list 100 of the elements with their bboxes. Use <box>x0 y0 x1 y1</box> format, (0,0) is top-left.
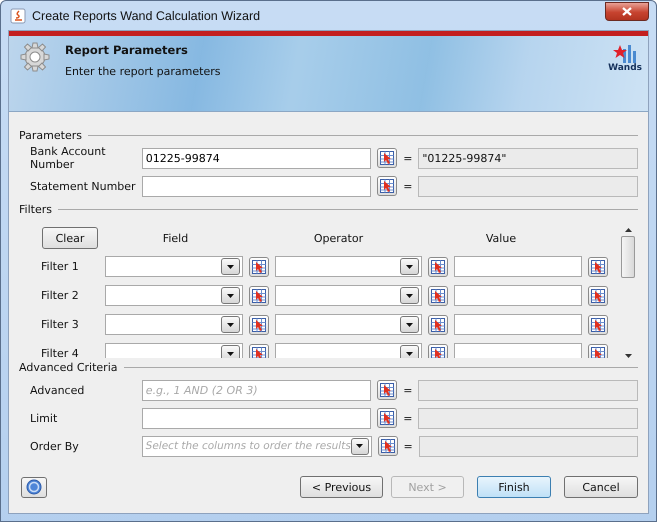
table-pick-button[interactable] <box>377 408 398 428</box>
caret-icon <box>356 444 364 448</box>
cancel-button[interactable]: Cancel <box>564 476 638 498</box>
combo-box[interactable] <box>275 314 422 335</box>
table-arrow-icon <box>379 410 396 426</box>
dropdown-button[interactable] <box>350 438 369 454</box>
dropdown-button[interactable] <box>221 345 240 358</box>
table-arrow-icon <box>590 288 606 304</box>
clear-button[interactable]: Clear <box>42 227 98 249</box>
input-field[interactable] <box>454 314 582 335</box>
table-arrow-icon <box>590 346 606 358</box>
input-field[interactable] <box>454 343 582 358</box>
table-arrow-icon <box>430 288 446 304</box>
logo-text: Wands <box>608 63 642 73</box>
table-pick-button[interactable] <box>249 344 269 358</box>
dropdown-button[interactable] <box>221 258 240 275</box>
caret-icon <box>227 322 234 326</box>
column-header: Operator <box>312 232 364 244</box>
dropdown-button[interactable] <box>221 287 240 304</box>
caret-icon <box>406 264 413 268</box>
field-label: Statement Number <box>30 180 137 192</box>
input-field[interactable] <box>142 408 372 428</box>
caret-icon <box>406 322 413 326</box>
caret-icon <box>227 352 234 356</box>
dropdown-button[interactable] <box>400 316 419 333</box>
close-icon <box>622 7 632 16</box>
scroll-down-icon[interactable] <box>624 354 632 358</box>
scroll-up-icon[interactable] <box>624 228 632 232</box>
table-arrow-icon <box>251 258 267 274</box>
input-field[interactable] <box>142 176 372 196</box>
field-label: Bank Account Number <box>30 145 107 171</box>
dropdown-button[interactable] <box>400 258 419 275</box>
window-title: Create Reports Wand Calculation Wizard <box>32 8 262 22</box>
page-subtitle: Enter the report parameters <box>65 65 222 78</box>
equals-sign: = <box>402 412 414 424</box>
field-label: Limit <box>30 412 58 424</box>
combo-box[interactable] <box>275 285 422 306</box>
combo-box[interactable] <box>105 343 243 358</box>
table-arrow-icon <box>251 346 267 358</box>
gear-icon <box>19 41 51 73</box>
table-pick-button[interactable] <box>249 286 269 306</box>
table-pick-button[interactable] <box>428 344 448 358</box>
equals-sign: = <box>402 440 414 452</box>
dropdown-button[interactable] <box>221 316 240 333</box>
previous-button[interactable]: < Previous <box>300 476 383 498</box>
combo-box[interactable] <box>105 256 243 277</box>
table-pick-button[interactable] <box>378 436 398 456</box>
combo-box[interactable] <box>275 343 422 358</box>
table-pick-button[interactable] <box>377 176 398 196</box>
table-arrow-icon <box>251 316 267 332</box>
table-pick-button[interactable] <box>588 344 608 358</box>
caret-icon <box>406 352 413 356</box>
table-arrow-icon <box>380 438 396 454</box>
table-arrow-icon <box>590 258 606 274</box>
result-field: "01225-99874" <box>418 148 638 168</box>
input-field[interactable]: e.g., 1 AND (2 OR 3) <box>142 380 372 400</box>
help-button[interactable] <box>21 476 47 498</box>
help-icon <box>26 479 42 495</box>
equals-sign: = <box>402 152 414 164</box>
table-pick-button[interactable] <box>377 380 398 400</box>
table-arrow-icon <box>379 382 396 398</box>
column-header: Value <box>484 232 518 244</box>
table-arrow-icon <box>379 150 396 166</box>
field-label: Advanced <box>30 384 86 396</box>
combo-box[interactable] <box>105 314 243 335</box>
combo-box[interactable] <box>275 256 422 277</box>
table-arrow-icon <box>251 288 267 304</box>
table-arrow-icon <box>379 178 396 194</box>
table-pick-button[interactable] <box>428 256 448 276</box>
section-heading: Filters <box>19 202 52 216</box>
input-field[interactable] <box>454 285 582 306</box>
caret-icon <box>227 264 234 268</box>
input-field[interactable]: 01225-99874 <box>142 148 372 168</box>
dropdown-button[interactable] <box>400 287 419 304</box>
table-pick-button[interactable] <box>588 314 608 334</box>
table-arrow-icon <box>430 258 446 274</box>
table-pick-button[interactable] <box>428 286 448 306</box>
scroll-thumb[interactable] <box>621 236 635 278</box>
table-pick-button[interactable] <box>588 286 608 306</box>
star-chart-icon <box>613 43 638 63</box>
page-title: Report Parameters <box>65 43 189 57</box>
table-pick-button[interactable] <box>249 314 269 334</box>
section-heading: Advanced Criteria <box>19 360 118 374</box>
table-pick-button[interactable] <box>249 256 269 276</box>
table-pick-button[interactable] <box>377 148 398 168</box>
table-pick-button[interactable] <box>588 256 608 276</box>
filter-label: Filter 4 <box>40 347 80 358</box>
field-label: Order By <box>30 440 80 452</box>
caret-icon <box>406 294 413 298</box>
combo-box[interactable] <box>105 285 243 306</box>
filter-label: Filter 3 <box>40 318 80 331</box>
close-button[interactable] <box>605 2 649 21</box>
equals-sign: = <box>402 384 414 396</box>
dropdown-button[interactable] <box>400 345 419 358</box>
finish-button[interactable]: Finish <box>477 476 551 498</box>
filter-label: Filter 1 <box>40 260 80 273</box>
input-field[interactable] <box>454 256 582 277</box>
java-cup-icon <box>10 8 26 24</box>
column-header: Field <box>162 232 190 244</box>
table-pick-button[interactable] <box>428 314 448 334</box>
